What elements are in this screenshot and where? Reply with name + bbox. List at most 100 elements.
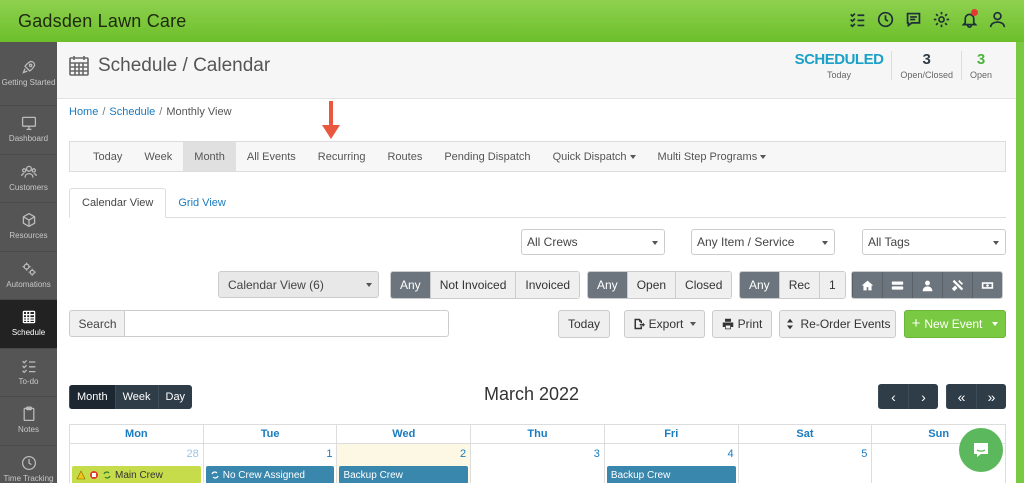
annotation-arrow-icon <box>322 101 340 139</box>
page-title-text: Schedule / Calendar <box>98 55 271 76</box>
nav-quick-dispatch[interactable]: Quick Dispatch <box>542 142 647 171</box>
sidebar-item-getting-started[interactable]: Getting Started <box>0 42 57 106</box>
monitor-icon <box>21 117 36 131</box>
day-header: Tue <box>202 425 337 443</box>
not-invoiced-button[interactable]: Not Invoiced <box>429 272 516 298</box>
calendar-event[interactable]: Main Crew <box>72 466 201 483</box>
invoiced-button[interactable]: Invoiced <box>515 272 580 298</box>
nav-today[interactable]: Today <box>82 142 133 171</box>
view-select[interactable]: Calendar View (6) <box>218 271 379 298</box>
home-filter-button[interactable] <box>852 272 882 298</box>
calendar-event[interactable]: Backup Crew <box>606 466 736 483</box>
tab-calendar-view[interactable]: Calendar View <box>69 188 167 218</box>
tab-grid-view[interactable]: Grid View <box>166 188 237 217</box>
status-any-button[interactable]: Any <box>588 272 627 298</box>
breadcrumb-home[interactable]: Home <box>69 106 98 118</box>
calendar-day-cell[interactable]: 1 No Crew Assigned <box>202 444 337 483</box>
nav-week[interactable]: Week <box>133 142 183 171</box>
item-service-select[interactable]: Any Item / Service <box>691 229 835 255</box>
sidebar-item-resources[interactable]: Resources <box>0 203 57 252</box>
recurrence-any-button[interactable]: Any <box>740 272 779 298</box>
sort-icon <box>787 318 794 330</box>
day-number[interactable]: 5 <box>861 448 867 460</box>
stat-label: Today <box>826 70 852 80</box>
money-filter-button[interactable] <box>972 272 1002 298</box>
money-icon <box>981 281 994 289</box>
stat-open-closed[interactable]: 3 Open/Closed <box>891 51 961 80</box>
day-number[interactable]: 28 <box>186 448 198 460</box>
stat-scheduled[interactable]: SCHEDULED Today <box>787 51 892 80</box>
top-icons <box>848 9 1006 28</box>
clock-icon[interactable] <box>876 10 894 28</box>
server-filter-button[interactable] <box>882 272 912 298</box>
user-filter-button[interactable] <box>912 272 942 298</box>
recurrence-filter: Any Rec 1 <box>739 271 846 299</box>
user-icon[interactable] <box>988 10 1006 28</box>
sidebar-item-dashboard[interactable]: Dashboard <box>0 106 57 155</box>
crews-select[interactable]: All Crews <box>521 229 665 255</box>
prev-month-button[interactable]: ‹ <box>878 384 908 409</box>
stat-open[interactable]: 3 Open <box>960 51 1000 80</box>
calendar-day-cell[interactable]: 4 Backup Crew <box>603 444 738 483</box>
button-label: Export <box>648 317 684 331</box>
calendar-event[interactable]: Backup Crew <box>339 466 469 483</box>
tags-select[interactable]: All Tags <box>862 229 1006 255</box>
search-input[interactable] <box>124 310 449 337</box>
gear-icon[interactable] <box>932 10 950 28</box>
sidebar-item-todo[interactable]: To-do <box>0 349 57 397</box>
calendar-step-nav: ‹ › <box>878 384 938 409</box>
day-number[interactable]: 2 <box>460 448 466 460</box>
chevron-down-icon <box>993 241 999 245</box>
sidebar-item-automations[interactable]: Automations <box>0 252 57 300</box>
new-event-button[interactable]: + New Event <box>904 310 1006 338</box>
search-label: Search <box>69 310 125 337</box>
chevron-down-icon <box>652 241 658 245</box>
breadcrumb-current: Monthly View <box>166 106 232 118</box>
button-label: Today <box>567 317 601 331</box>
chat-launcher-button[interactable] <box>959 428 1003 472</box>
day-number[interactable]: 4 <box>727 448 733 460</box>
sidebar-item-schedule[interactable]: Schedule <box>0 300 57 349</box>
sidebar-item-time-tracking[interactable]: Time Tracking <box>0 446 57 483</box>
calendar-day-cell-today[interactable]: 2 Backup Crew <box>336 444 471 483</box>
nav-all-events[interactable]: All Events <box>236 142 307 171</box>
invoice-any-button[interactable]: Any <box>391 272 430 298</box>
message-icon[interactable] <box>904 10 922 28</box>
breadcrumb-schedule[interactable]: Schedule <box>109 106 155 118</box>
closed-button[interactable]: Closed <box>675 272 732 298</box>
calendar-day-cell[interactable]: 5 <box>737 444 872 483</box>
print-button[interactable]: Print <box>712 310 772 338</box>
day-number[interactable]: 1 <box>326 448 332 460</box>
nav-month[interactable]: Month <box>183 142 236 171</box>
next-month-button[interactable]: › <box>908 384 938 409</box>
calendar-event[interactable]: No Crew Assigned <box>205 466 335 483</box>
tools-filter-button[interactable] <box>942 272 972 298</box>
nav-routes[interactable]: Routes <box>376 142 433 171</box>
page-title: Schedule / Calendar <box>68 55 270 77</box>
day-number[interactable]: 3 <box>594 448 600 460</box>
sidebar-item-notes[interactable]: Notes <box>0 397 57 446</box>
bell-icon[interactable] <box>960 9 978 28</box>
export-button[interactable]: Export <box>624 310 705 338</box>
main-content: Schedule / Calendar SCHEDULED Today 3 Op… <box>57 42 1016 483</box>
nav-multi-step-programs[interactable]: Multi Step Programs <box>647 142 778 171</box>
rec-count-button[interactable]: 1 <box>819 272 845 298</box>
calendar-day-cell[interactable]: 3 <box>470 444 604 483</box>
event-title: Backup Crew <box>343 469 403 481</box>
nav-recurring[interactable]: Recurring <box>307 142 377 171</box>
reorder-events-button[interactable]: Re-Order Events <box>779 310 896 338</box>
checklist-icon[interactable] <box>848 10 866 28</box>
open-button[interactable]: Open <box>626 272 676 298</box>
prev-year-button[interactable]: « <box>946 384 976 409</box>
rec-button[interactable]: Rec <box>778 272 820 298</box>
calendar-day-cell[interactable]: 28 Main Crew <box>70 444 203 483</box>
gears-icon <box>22 262 36 276</box>
sidebar: Getting Started Dashboard Customers Reso… <box>0 42 57 483</box>
sidebar-item-customers[interactable]: Customers <box>0 155 57 203</box>
next-year-button[interactable]: » <box>976 384 1006 409</box>
sidebar-item-label: Getting Started <box>1 78 56 88</box>
nav-pending-dispatch[interactable]: Pending Dispatch <box>433 142 541 171</box>
stat-label: Open/Closed <box>900 70 953 80</box>
today-button[interactable]: Today <box>558 310 610 338</box>
event-title: Backup Crew <box>610 469 671 481</box>
